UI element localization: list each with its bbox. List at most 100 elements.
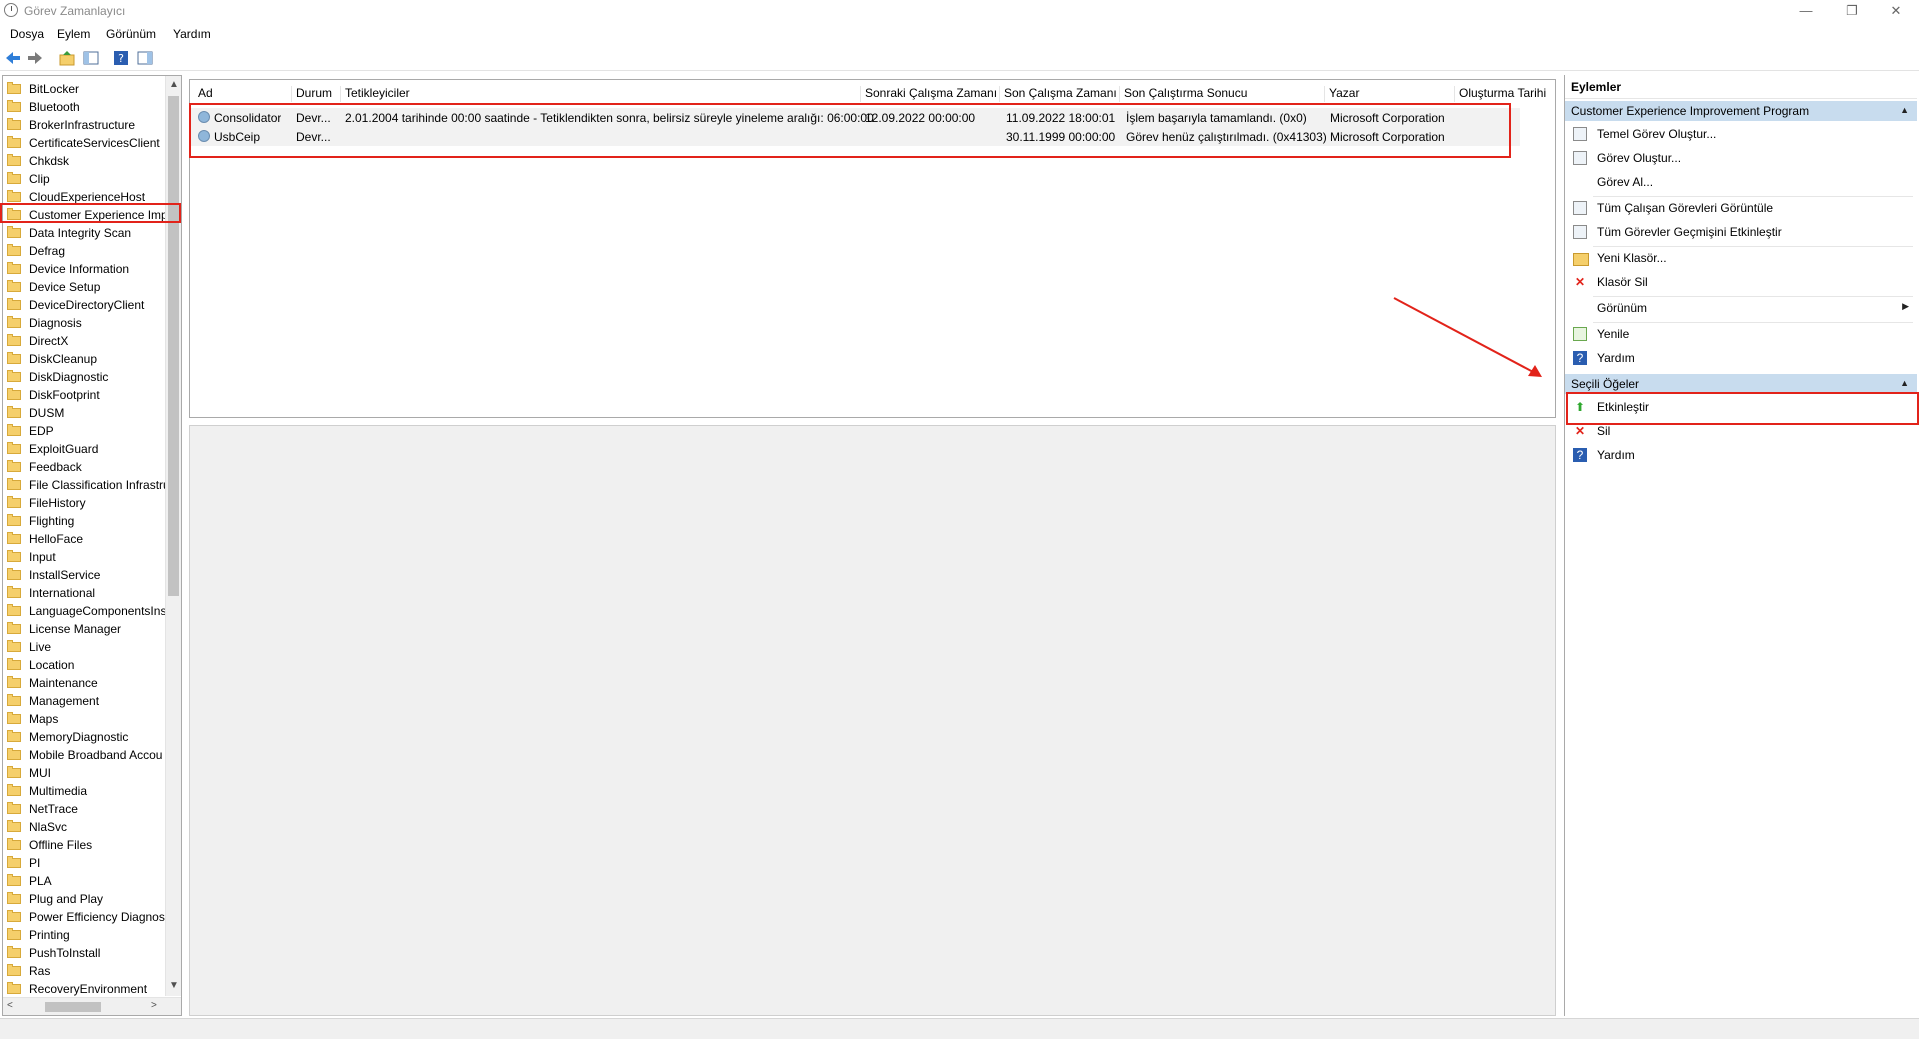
tree-item[interactable]: EDP <box>7 422 167 440</box>
section-selected-items[interactable]: Seçili Öğeler ▲ <box>1565 374 1917 394</box>
column-header-author[interactable]: Yazar <box>1325 86 1455 102</box>
back-arrow-icon[interactable] <box>4 49 22 67</box>
tree-item[interactable]: BitLocker <box>7 80 167 98</box>
tree-item[interactable]: NlaSvc <box>7 818 167 836</box>
tree-item[interactable]: HelloFace <box>7 530 167 548</box>
tree-item[interactable]: PushToInstall <box>7 944 167 962</box>
scroll-down-icon[interactable]: ▼ <box>169 980 179 991</box>
action-s1-8[interactable]: Yenile <box>1565 323 1917 345</box>
folder-up-icon[interactable] <box>58 49 76 67</box>
tree-item[interactable]: DeviceDirectoryClient <box>7 296 167 314</box>
column-header-last-run[interactable]: Son Çalışma Zamanı <box>1000 86 1120 102</box>
tree-item[interactable]: RecoveryEnvironment <box>7 980 167 998</box>
tree-item[interactable]: Defrag <box>7 242 167 260</box>
menu-action[interactable]: Eylem <box>57 27 90 41</box>
tree-vertical-scrollbar[interactable]: ▲ ▼ <box>165 76 181 996</box>
section-customer-experience[interactable]: Customer Experience Improvement Program … <box>1565 101 1917 121</box>
menu-view[interactable]: Görünüm <box>106 27 156 41</box>
tree-horizontal-scrollbar[interactable]: < > <box>3 997 181 1015</box>
tree-item[interactable]: Input <box>7 548 167 566</box>
tree-item[interactable]: PI <box>7 854 167 872</box>
tree-item[interactable]: MemoryDiagnostic <box>7 728 167 746</box>
column-header-status[interactable]: Durum <box>292 86 341 102</box>
forward-arrow-icon[interactable] <box>26 49 44 67</box>
help-icon[interactable]: ? <box>112 49 130 67</box>
column-header-created[interactable]: Oluşturma Tarihi <box>1455 86 1555 102</box>
tree-item[interactable]: Bluetooth <box>7 98 167 116</box>
folder-tree[interactable]: BitLocker Bluetooth BrokerInfrastructure Ce… <box>2 75 182 1016</box>
scroll-up-icon[interactable]: ▲ <box>169 79 179 90</box>
tree-item[interactable]: Live <box>7 638 167 656</box>
column-header-name[interactable]: Ad <box>194 86 292 102</box>
tree-item[interactable]: PLA <box>7 872 167 890</box>
menu-file[interactable]: Dosya <box>10 27 44 41</box>
tree-item[interactable]: DiskCleanup <box>7 350 167 368</box>
tree-item[interactable]: DiskDiagnostic <box>7 368 167 386</box>
minimize-button[interactable]: — <box>1783 0 1829 24</box>
tree-item[interactable]: Diagnosis <box>7 314 167 332</box>
tree-item[interactable]: FileHistory <box>7 494 167 512</box>
action-s1-7[interactable]: Görünüm ▶ <box>1565 297 1917 319</box>
action-s1-0[interactable]: Temel Görev Oluştur... <box>1565 123 1917 145</box>
column-header-triggers[interactable]: Tetikleyiciler <box>341 86 861 102</box>
tree-item[interactable]: Management <box>7 692 167 710</box>
tree-item[interactable]: Customer Experience Imp <box>7 206 167 224</box>
tree-item[interactable]: LanguageComponentsIns <box>7 602 167 620</box>
tree-item[interactable]: DirectX <box>7 332 167 350</box>
action-s2-1[interactable]: ✕ Sil <box>1565 420 1917 442</box>
action-s1-3[interactable]: Tüm Çalışan Görevleri Görüntüle <box>1565 197 1917 219</box>
console-tree-icon[interactable] <box>82 49 100 67</box>
action-s1-6[interactable]: ✕ Klasör Sil <box>1565 271 1917 293</box>
collapse-icon[interactable]: ▲ <box>1900 105 1909 115</box>
action-s1-4[interactable]: Tüm Görevler Geçmişini Etkinleştir <box>1565 221 1917 243</box>
tree-item[interactable]: Multimedia <box>7 782 167 800</box>
table-row[interactable]: UsbCeip Devr... 30.11.1999 00:00:00 Göre… <box>190 127 1520 146</box>
tree-hscroll-thumb[interactable] <box>45 1002 101 1012</box>
tree-item[interactable]: Maintenance <box>7 674 167 692</box>
tree-item[interactable]: Clip <box>7 170 167 188</box>
tree-item[interactable]: Location <box>7 656 167 674</box>
restore-button[interactable]: ❐ <box>1829 0 1875 24</box>
table-row[interactable]: Consolidator Devr... 2.01.2004 tarihinde… <box>190 108 1520 127</box>
tree-item[interactable]: Data Integrity Scan <box>7 224 167 242</box>
tree-item[interactable]: NetTrace <box>7 800 167 818</box>
tree-item[interactable]: MUI <box>7 764 167 782</box>
tree-scroll-thumb[interactable] <box>168 96 179 596</box>
tree-item[interactable]: BrokerInfrastructure <box>7 116 167 134</box>
tree-item[interactable]: Maps <box>7 710 167 728</box>
collapse-icon[interactable]: ▲ <box>1900 378 1909 388</box>
tree-item[interactable]: Device Information <box>7 260 167 278</box>
tree-item[interactable]: Feedback <box>7 458 167 476</box>
action-s1-9[interactable]: ? Yardım <box>1565 347 1917 369</box>
close-button[interactable]: ✕ <box>1873 0 1919 24</box>
tree-item[interactable]: CloudExperienceHost <box>7 188 167 206</box>
tree-item[interactable]: License Manager <box>7 620 167 638</box>
tree-item[interactable]: Flighting <box>7 512 167 530</box>
scroll-right-icon[interactable]: > <box>151 1000 157 1011</box>
tree-item[interactable]: Chkdsk <box>7 152 167 170</box>
tree-item[interactable]: CertificateServicesClient <box>7 134 167 152</box>
menu-help[interactable]: Yardım <box>173 27 211 41</box>
action-s2-0[interactable]: ⬆ Etkinleştir <box>1565 396 1917 418</box>
action-s2-2[interactable]: ? Yardım <box>1565 444 1917 466</box>
action-s1-1[interactable]: Görev Oluştur... <box>1565 147 1917 169</box>
tree-item[interactable]: ExploitGuard <box>7 440 167 458</box>
tree-item[interactable]: Device Setup <box>7 278 167 296</box>
tree-item[interactable]: Power Efficiency Diagnost <box>7 908 167 926</box>
action-pane-icon[interactable] <box>136 49 154 67</box>
tree-item[interactable]: DUSM <box>7 404 167 422</box>
tree-item[interactable]: InstallService <box>7 566 167 584</box>
action-s1-5[interactable]: Yeni Klasör... <box>1565 247 1917 269</box>
tree-item[interactable]: DiskFootprint <box>7 386 167 404</box>
tree-item[interactable]: Offline Files <box>7 836 167 854</box>
tree-item[interactable]: Mobile Broadband Accou <box>7 746 167 764</box>
tree-item[interactable]: Ras <box>7 962 167 980</box>
tree-item[interactable]: Plug and Play <box>7 890 167 908</box>
scroll-left-icon[interactable]: < <box>7 1000 13 1011</box>
column-header-last-result[interactable]: Son Çalıştırma Sonucu <box>1120 86 1325 102</box>
tree-item[interactable]: File Classification Infrastru <box>7 476 167 494</box>
tree-item[interactable]: International <box>7 584 167 602</box>
column-header-next-run[interactable]: Sonraki Çalışma Zamanı <box>861 86 1000 102</box>
action-s1-2[interactable]: Görev Al... <box>1565 171 1917 193</box>
tree-item[interactable]: Printing <box>7 926 167 944</box>
